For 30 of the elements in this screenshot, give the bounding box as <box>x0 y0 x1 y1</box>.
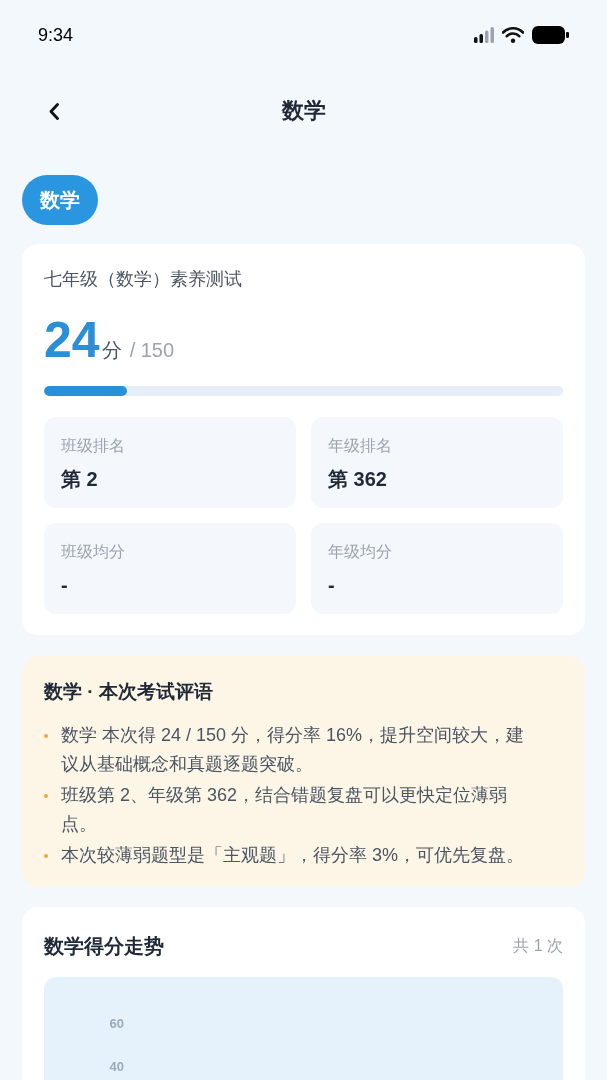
score-total: / 150 <box>129 338 175 363</box>
stat-value: - <box>328 573 335 597</box>
y-axis-label: 40 <box>109 1058 124 1076</box>
comment-title: 数学 · 本次考试评语 <box>44 680 214 704</box>
comment-text: 本次较薄弱题型是「主观题」，得分率 3%，可优先复盘。 <box>61 844 526 867</box>
comment-text: 数学 本次得 24 / 150 分，得分率 16%，提升空间较大，建议从基础概念和真题逐题突破。 <box>61 724 526 776</box>
trend-count: 共 1 次 <box>513 936 563 956</box>
signal-icon <box>474 27 494 43</box>
score-unit: 分 <box>101 338 122 363</box>
stat-label: 年级排名 <box>328 436 392 456</box>
stat-value: 第 362 <box>328 467 387 491</box>
stat-label: 年级均分 <box>328 542 392 562</box>
bullet-icon <box>44 734 48 738</box>
stat-label: 班级均分 <box>61 542 125 562</box>
y-axis-label: 60 <box>109 1015 124 1033</box>
stat-value: 第 2 <box>61 467 98 491</box>
comment-text: 班级第 2、年级第 362，结合错题复盘可以更快定位薄弱点。 <box>61 784 509 836</box>
battery-icon <box>532 26 569 44</box>
score-value: 24 <box>44 312 100 368</box>
trend-title: 数学得分走势 <box>44 934 164 959</box>
bullet-icon <box>44 794 48 798</box>
bullet-icon <box>44 854 48 858</box>
stat-value: - <box>61 573 68 597</box>
back-icon <box>49 102 59 120</box>
status-time: 9:34 <box>38 24 74 47</box>
wifi-icon <box>502 27 524 43</box>
page-title: 数学 <box>281 97 326 125</box>
stat-label: 班级排名 <box>61 436 125 456</box>
exam-title: 七年级（数学）素养测试 <box>44 268 243 291</box>
subject-tab[interactable]: 数学 <box>22 175 98 225</box>
